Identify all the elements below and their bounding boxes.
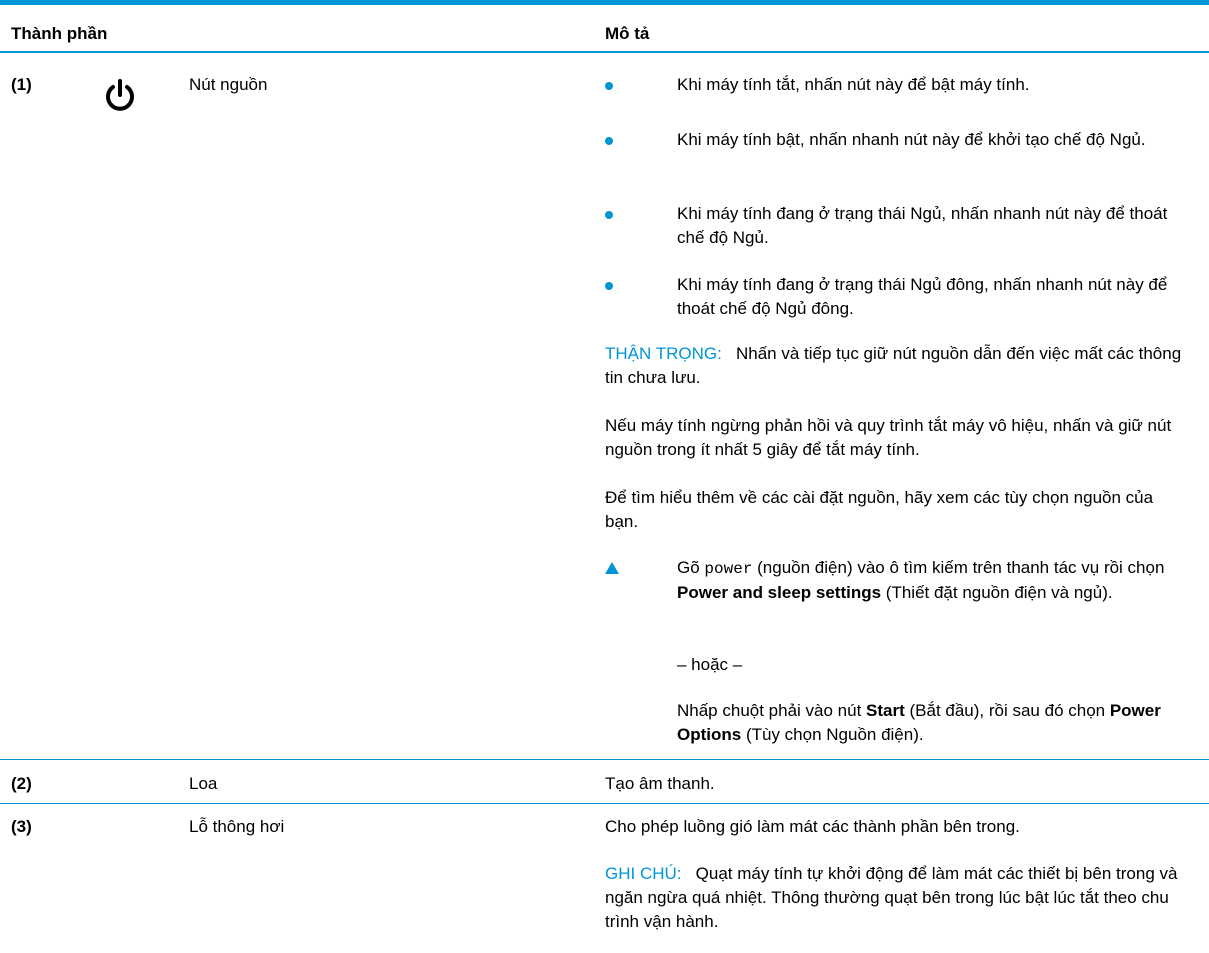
- caution-note: THẬN TRỌNG: Nhấn và tiếp tục giữ nút ngu…: [605, 342, 1200, 390]
- power-icon: [103, 78, 137, 121]
- row-number: (3): [11, 817, 32, 836]
- component-description: Cho phép luồng gió làm mát các thành phầ…: [605, 817, 1020, 836]
- row-divider: [0, 759, 1209, 760]
- note: GHI CHÚ: Quạt máy tính tự khởi động để l…: [605, 862, 1185, 934]
- step-triangle-icon: [605, 562, 619, 574]
- note-text: Quạt máy tính tự khởi động để làm mát cá…: [605, 864, 1178, 931]
- component-description: Tạo âm thanh.: [605, 774, 715, 793]
- component-name: Loa: [189, 774, 218, 793]
- row-divider: [0, 803, 1209, 804]
- or-separator: – hoặc –: [677, 655, 743, 674]
- header-rule: [0, 51, 1209, 53]
- paragraph: Để tìm hiểu thêm về các cài đặt nguồn, h…: [605, 488, 1154, 531]
- header-description: Mô tả: [605, 24, 650, 43]
- alt-instruction: Nhấp chuột phải vào nút Start (Bắt đầu),…: [677, 701, 1161, 744]
- note-label: GHI CHÚ:: [605, 864, 682, 883]
- row-number: (2): [11, 774, 32, 793]
- table-header-row: Thành phần Mô tả: [0, 5, 1209, 51]
- paragraph: Nếu máy tính ngừng phản hồi và quy trình…: [605, 416, 1172, 459]
- bullet-icon: [605, 211, 613, 219]
- bullet-icon: [605, 282, 613, 290]
- component-name: Lỗ thông hơi: [189, 817, 285, 836]
- row-number: (1): [11, 75, 32, 94]
- bullet-icon: [605, 82, 613, 90]
- bullet-icon: [605, 137, 613, 145]
- component-name: Nút nguồn: [189, 75, 268, 94]
- caution-label: THẬN TRỌNG:: [605, 344, 722, 363]
- header-component: Thành phần: [11, 24, 108, 43]
- code-text: power: [704, 560, 753, 578]
